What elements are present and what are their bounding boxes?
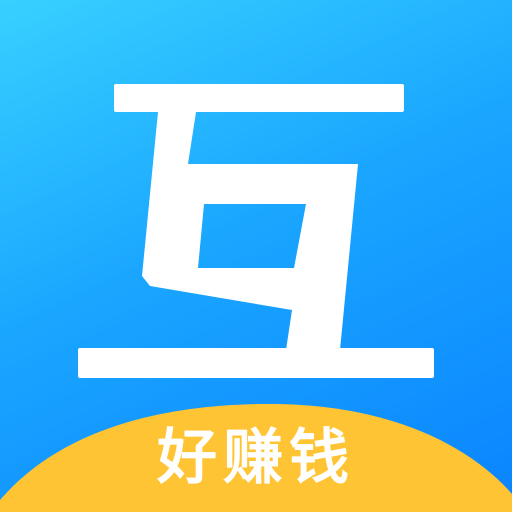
tagline-text: 好赚钱 — [157, 423, 355, 493]
app-icon[interactable]: 好赚钱 — [0, 0, 512, 512]
